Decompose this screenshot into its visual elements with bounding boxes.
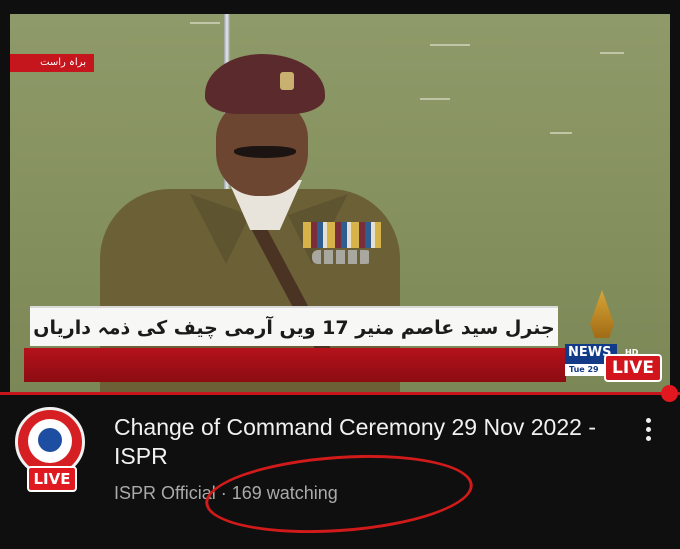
more-vert-icon[interactable] — [640, 418, 656, 446]
channel-emblem-icon — [590, 290, 614, 338]
field-marking — [190, 22, 220, 24]
lower-third-headline: جنرل سید عاصم منیر 17 ویں آرمی چیف کی ذم… — [30, 306, 558, 375]
medals — [312, 250, 372, 264]
avatar-live-badge: LIVE — [27, 466, 77, 492]
channel-live-tag: براہ راست — [10, 54, 94, 72]
moustache — [234, 146, 296, 158]
field-marking — [550, 132, 572, 134]
lower-third-bar — [24, 348, 566, 382]
field-marking — [420, 98, 450, 100]
progress-bar[interactable] — [0, 392, 680, 395]
channel-name[interactable]: ISPR Official — [114, 483, 216, 503]
beret — [205, 54, 325, 114]
field-marking — [430, 44, 470, 46]
beret-badge — [280, 72, 294, 90]
live-badge: LIVE — [604, 354, 662, 382]
field-marking — [600, 52, 624, 54]
video-player[interactable]: براہ راست جنرل سید عاصم منیر 17 ویں آرمی… — [10, 14, 670, 392]
medal-ribbons — [303, 222, 381, 248]
progress-scrubber[interactable] — [661, 385, 678, 402]
ispr-logo-icon — [38, 428, 62, 452]
